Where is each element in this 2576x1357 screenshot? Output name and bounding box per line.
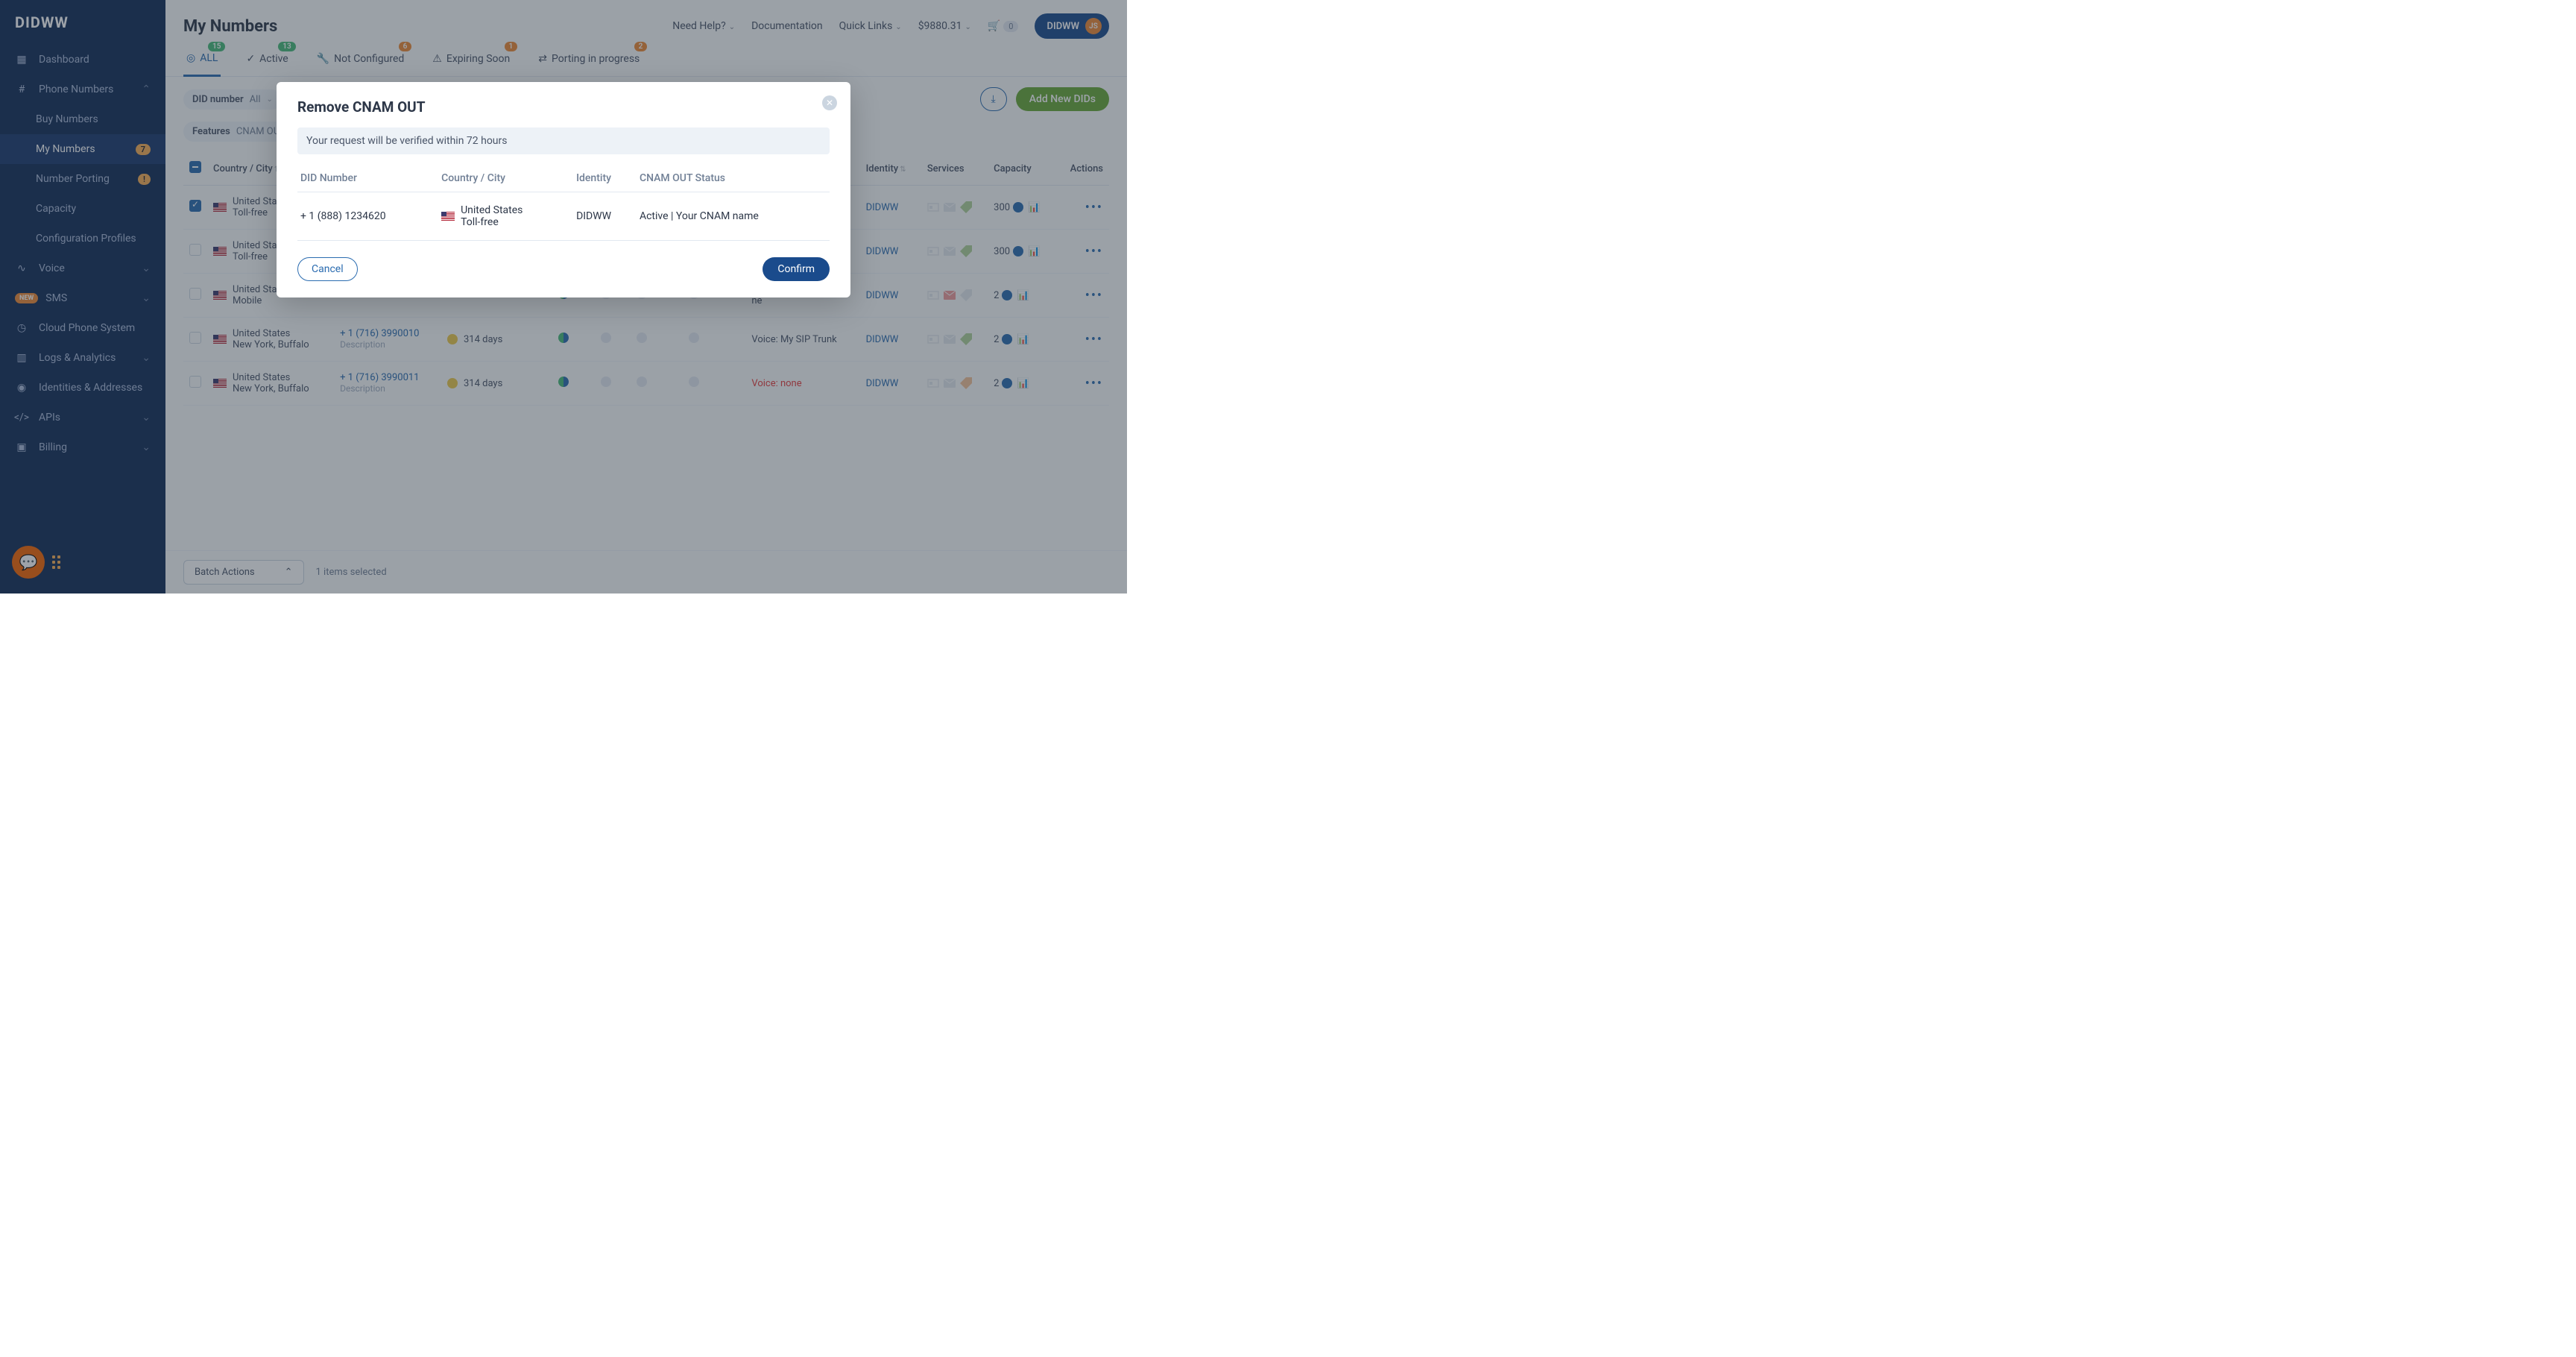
remove-cnam-modal: ✕ Remove CNAM OUT Your request will be v… — [277, 82, 850, 297]
modal-col-status: CNAM OUT Status — [637, 165, 830, 192]
modal-info: Your request will be verified within 72 … — [297, 127, 830, 154]
modal-col-country: Country / City — [438, 165, 573, 192]
modal-did: + 1 (888) 1234620 — [297, 192, 438, 241]
close-icon: ✕ — [826, 98, 833, 108]
confirm-button[interactable]: Confirm — [763, 257, 830, 281]
modal-row: + 1 (888) 1234620 United StatesToll-free… — [297, 192, 830, 241]
modal-status: Active | Your CNAM name — [637, 192, 830, 241]
close-button[interactable]: ✕ — [822, 95, 837, 110]
modal-table: DID Number Country / City Identity CNAM … — [297, 165, 830, 241]
modal-col-did: DID Number — [297, 165, 438, 192]
modal-identity[interactable]: DIDWW — [573, 192, 637, 241]
flag-icon — [441, 212, 455, 221]
modal-title: Remove CNAM OUT — [297, 98, 830, 116]
modal-overlay[interactable]: ✕ Remove CNAM OUT Your request will be v… — [0, 0, 1127, 594]
modal-actions: Cancel Confirm — [297, 257, 830, 281]
modal-country: United StatesToll-free — [438, 192, 573, 241]
modal-col-identity: Identity — [573, 165, 637, 192]
cancel-button[interactable]: Cancel — [297, 257, 358, 281]
